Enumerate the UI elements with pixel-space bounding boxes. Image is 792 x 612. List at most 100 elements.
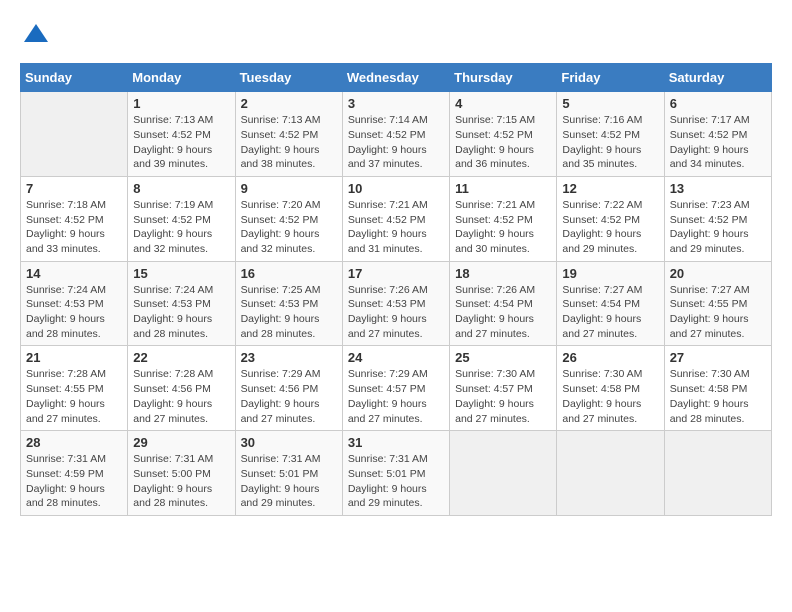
day-info: Sunrise: 7:19 AMSunset: 4:52 PMDaylight:…: [133, 198, 229, 257]
calendar-cell: 12Sunrise: 7:22 AMSunset: 4:52 PMDayligh…: [557, 176, 664, 261]
day-number: 25: [455, 350, 551, 365]
day-number: 4: [455, 96, 551, 111]
day-number: 1: [133, 96, 229, 111]
calendar-cell: 29Sunrise: 7:31 AMSunset: 5:00 PMDayligh…: [128, 431, 235, 516]
day-info: Sunrise: 7:26 AMSunset: 4:54 PMDaylight:…: [455, 283, 551, 342]
logo: [20, 20, 50, 53]
calendar-cell: 8 Sunrise: 7:19 AMSunset: 4:52 PMDaylight…: [128, 176, 235, 261]
day-info: Sunrise: 7:24 AMSunset: 4:53 PMDaylight:…: [133, 283, 229, 342]
day-number: 20: [670, 266, 766, 281]
weekday-header-sunday: Sunday: [21, 64, 128, 92]
calendar-week-3: 21Sunrise: 7:28 AMSunset: 4:55 PMDayligh…: [21, 346, 772, 431]
day-number: 14: [26, 266, 122, 281]
day-number: 30: [241, 435, 337, 450]
day-number: 6: [670, 96, 766, 111]
day-info: Sunrise: 7:31 AMSunset: 4:59 PMDaylight:…: [26, 452, 122, 511]
day-number: 12: [562, 181, 658, 196]
day-info: Sunrise: 7:13 AMSunset: 4:52 PMDaylight:…: [133, 113, 229, 172]
day-info: Sunrise: 7:26 AMSunset: 4:53 PMDaylight:…: [348, 283, 444, 342]
weekday-header-row: SundayMondayTuesdayWednesdayThursdayFrid…: [21, 64, 772, 92]
day-number: 24: [348, 350, 444, 365]
day-number: 22: [133, 350, 229, 365]
day-info: Sunrise: 7:18 AMSunset: 4:52 PMDaylight:…: [26, 198, 122, 257]
calendar-cell: 6Sunrise: 7:17 AMSunset: 4:52 PMDaylight…: [664, 92, 771, 177]
day-info: Sunrise: 7:23 AMSunset: 4:52 PMDaylight:…: [670, 198, 766, 257]
calendar-cell: 28 Sunrise: 7:31 AMSunset: 4:59 PMDayligh…: [21, 431, 128, 516]
day-number: 9: [241, 181, 337, 196]
calendar-week-4: 28 Sunrise: 7:31 AMSunset: 4:59 PMDayligh…: [21, 431, 772, 516]
day-number: 5: [562, 96, 658, 111]
day-number: 26: [562, 350, 658, 365]
day-number: 10: [348, 181, 444, 196]
calendar-cell: 3 Sunrise: 7:14 AMSunset: 4:52 PMDaylight…: [342, 92, 449, 177]
calendar-table: SundayMondayTuesdayWednesdayThursdayFrid…: [20, 63, 772, 516]
day-info: Sunrise: 7:30 AMSunset: 4:57 PMDaylight:…: [455, 367, 551, 426]
day-info: Sunrise: 7:16 AMSunset: 4:52 PMDaylight:…: [562, 113, 658, 172]
calendar-week-2: 14 Sunrise: 7:24 AMSunset: 4:53 PMDayligh…: [21, 261, 772, 346]
day-info: Sunrise: 7:31 AMSunset: 5:00 PMDaylight:…: [133, 452, 229, 511]
calendar-cell: 14 Sunrise: 7:24 AMSunset: 4:53 PMDayligh…: [21, 261, 128, 346]
weekday-header-monday: Monday: [128, 64, 235, 92]
day-number: 31: [348, 435, 444, 450]
day-number: 16: [241, 266, 337, 281]
weekday-header-wednesday: Wednesday: [342, 64, 449, 92]
day-info: Sunrise: 7:25 AMSunset: 4:53 PMDaylight:…: [241, 283, 337, 342]
day-number: 15: [133, 266, 229, 281]
day-number: 3: [348, 96, 444, 111]
day-number: 27: [670, 350, 766, 365]
calendar-cell: 22 Sunrise: 7:28 AMSunset: 4:56 PMDayligh…: [128, 346, 235, 431]
day-info: Sunrise: 7:31 AMSunset: 5:01 PMDaylight:…: [241, 452, 337, 511]
day-info: Sunrise: 7:30 AMSunset: 4:58 PMDaylight:…: [670, 367, 766, 426]
calendar-cell: 27 Sunrise: 7:30 AMSunset: 4:58 PMDayligh…: [664, 346, 771, 431]
calendar-cell: 5 Sunrise: 7:16 AMSunset: 4:52 PMDaylight…: [557, 92, 664, 177]
calendar-cell: 1 Sunrise: 7:13 AMSunset: 4:52 PMDaylight…: [128, 92, 235, 177]
calendar-cell: 25 Sunrise: 7:30 AMSunset: 4:57 PMDayligh…: [450, 346, 557, 431]
day-number: 13: [670, 181, 766, 196]
calendar-cell: 30 Sunrise: 7:31 AMSunset: 5:01 PMDayligh…: [235, 431, 342, 516]
weekday-header-tuesday: Tuesday: [235, 64, 342, 92]
day-info: Sunrise: 7:30 AMSunset: 4:58 PMDaylight:…: [562, 367, 658, 426]
calendar-cell: [21, 92, 128, 177]
day-info: Sunrise: 7:31 AMSunset: 5:01 PMDaylight:…: [348, 452, 444, 511]
calendar-cell: 23Sunrise: 7:29 AMSunset: 4:56 PMDayligh…: [235, 346, 342, 431]
day-info: Sunrise: 7:20 AMSunset: 4:52 PMDaylight:…: [241, 198, 337, 257]
day-info: Sunrise: 7:21 AMSunset: 4:52 PMDaylight:…: [455, 198, 551, 257]
calendar-cell: 18 Sunrise: 7:26 AMSunset: 4:54 PMDayligh…: [450, 261, 557, 346]
calendar-cell: 17Sunrise: 7:26 AMSunset: 4:53 PMDayligh…: [342, 261, 449, 346]
calendar-week-1: 7Sunrise: 7:18 AMSunset: 4:52 PMDaylight…: [21, 176, 772, 261]
calendar-cell: 19Sunrise: 7:27 AMSunset: 4:54 PMDayligh…: [557, 261, 664, 346]
weekday-header-saturday: Saturday: [664, 64, 771, 92]
day-info: Sunrise: 7:28 AMSunset: 4:56 PMDaylight:…: [133, 367, 229, 426]
calendar-cell: 4 Sunrise: 7:15 AMSunset: 4:52 PMDaylight…: [450, 92, 557, 177]
calendar-cell: [557, 431, 664, 516]
logo-icon: [22, 20, 50, 48]
day-info: Sunrise: 7:29 AMSunset: 4:57 PMDaylight:…: [348, 367, 444, 426]
calendar-cell: 9 Sunrise: 7:20 AMSunset: 4:52 PMDaylight…: [235, 176, 342, 261]
weekday-header-friday: Friday: [557, 64, 664, 92]
day-info: Sunrise: 7:13 AMSunset: 4:52 PMDaylight:…: [241, 113, 337, 172]
day-number: 2: [241, 96, 337, 111]
day-number: 18: [455, 266, 551, 281]
day-info: Sunrise: 7:15 AMSunset: 4:52 PMDaylight:…: [455, 113, 551, 172]
calendar-cell: 21Sunrise: 7:28 AMSunset: 4:55 PMDayligh…: [21, 346, 128, 431]
day-info: Sunrise: 7:14 AMSunset: 4:52 PMDaylight:…: [348, 113, 444, 172]
calendar-cell: 20 Sunrise: 7:27 AMSunset: 4:55 PMDayligh…: [664, 261, 771, 346]
day-info: Sunrise: 7:24 AMSunset: 4:53 PMDaylight:…: [26, 283, 122, 342]
calendar-week-0: 1 Sunrise: 7:13 AMSunset: 4:52 PMDaylight…: [21, 92, 772, 177]
day-number: 28: [26, 435, 122, 450]
calendar-cell: 2 Sunrise: 7:13 AMSunset: 4:52 PMDaylight…: [235, 92, 342, 177]
calendar-cell: 16 Sunrise: 7:25 AMSunset: 4:53 PMDayligh…: [235, 261, 342, 346]
calendar-cell: [664, 431, 771, 516]
calendar-body: 1 Sunrise: 7:13 AMSunset: 4:52 PMDaylight…: [21, 92, 772, 516]
calendar-cell: 13 Sunrise: 7:23 AMSunset: 4:52 PMDayligh…: [664, 176, 771, 261]
day-info: Sunrise: 7:29 AMSunset: 4:56 PMDaylight:…: [241, 367, 337, 426]
calendar-cell: 31 Sunrise: 7:31 AMSunset: 5:01 PMDayligh…: [342, 431, 449, 516]
calendar-cell: 10Sunrise: 7:21 AMSunset: 4:52 PMDayligh…: [342, 176, 449, 261]
calendar-cell: 24 Sunrise: 7:29 AMSunset: 4:57 PMDayligh…: [342, 346, 449, 431]
calendar-cell: [450, 431, 557, 516]
day-number: 8: [133, 181, 229, 196]
day-info: Sunrise: 7:27 AMSunset: 4:54 PMDaylight:…: [562, 283, 658, 342]
day-info: Sunrise: 7:27 AMSunset: 4:55 PMDaylight:…: [670, 283, 766, 342]
weekday-header-thursday: Thursday: [450, 64, 557, 92]
calendar-cell: 11Sunrise: 7:21 AMSunset: 4:52 PMDayligh…: [450, 176, 557, 261]
